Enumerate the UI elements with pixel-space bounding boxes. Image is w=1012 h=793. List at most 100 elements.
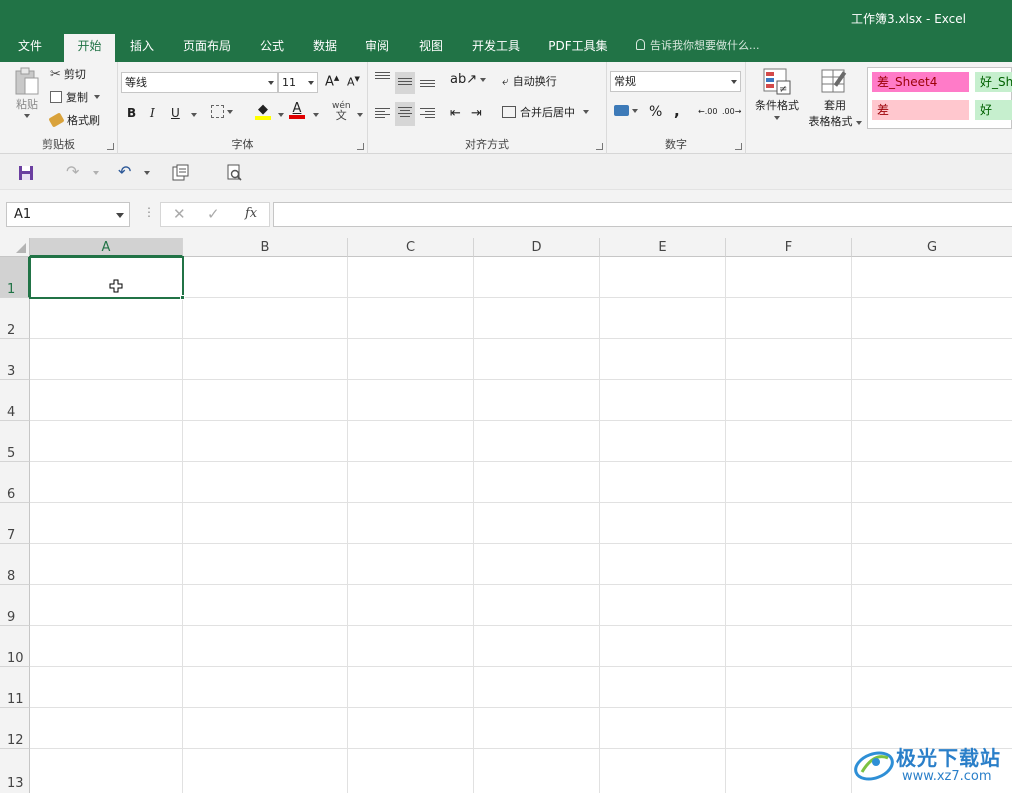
cell-style-bad-sheet4[interactable]: 差_Sheet4 [872,72,969,92]
tab-formulas[interactable]: 公式 [252,34,292,62]
align-left-icon[interactable] [375,106,390,120]
percent-button[interactable]: % [649,104,662,120]
number-format-select[interactable]: 常规 [610,71,741,92]
paste-button[interactable]: 粘贴 [10,66,44,118]
increase-indent-button[interactable]: ⇥ [471,106,482,121]
accounting-format-button[interactable] [614,105,638,116]
grow-font-button[interactable]: A▲ [325,74,339,89]
phonetic-button[interactable]: wén 文 [332,102,351,122]
more-options-icon[interactable]: ⋮ [143,205,155,219]
active-cell-a1[interactable] [29,256,184,299]
formula-buttons: ✕ ✓ fx [160,202,270,227]
print-preview-icon[interactable] [172,164,189,181]
cell-style-bad[interactable]: 差 [872,100,969,120]
font-name-select[interactable]: 等线 [121,72,278,93]
row-header-4[interactable]: 4 [0,380,30,421]
fill-color-button[interactable]: ◆ [255,103,271,120]
save-icon[interactable] [18,165,34,181]
tab-pdf-tools[interactable]: PDF工具集 [542,34,614,62]
column-header-g[interactable]: G [852,238,1012,257]
underline-button[interactable]: U [171,106,180,120]
tab-developer[interactable]: 开发工具 [464,34,528,62]
increase-decimal-button[interactable]: ← .00 [698,107,717,116]
cut-button[interactable]: ✂ 剪切 [50,66,86,82]
font-size-select[interactable]: 11 [278,72,318,93]
italic-button[interactable]: I [150,106,155,120]
wrap-text-button[interactable]: ⤶ 自动换行 [502,73,557,89]
decrease-indent-button[interactable]: ⇤ [450,106,461,121]
row-header-13[interactable]: 13 [0,749,30,793]
cell-style-good-sheet[interactable]: 好_Sh [975,72,1012,92]
merge-center-button[interactable]: 合并后居中 [502,104,589,120]
format-painter-button[interactable]: 格式刷 [48,112,100,128]
dialog-launcher-icon[interactable] [596,143,603,150]
tell-me-search[interactable]: 告诉我你想要做什么... [636,34,760,58]
font-color-button[interactable]: A [289,102,305,119]
align-center-icon[interactable] [395,102,415,126]
row-header-5[interactable]: 5 [0,421,30,462]
column-header-b[interactable]: B [183,238,348,257]
row-header-7[interactable]: 7 [0,503,30,544]
align-right-icon[interactable] [420,106,435,120]
borders-button[interactable] [211,105,233,118]
tab-review[interactable]: 审阅 [357,34,397,62]
row-header-2[interactable]: 2 [0,298,30,339]
align-middle-icon[interactable] [395,72,415,94]
decrease-decimal-icon: → [734,107,742,116]
bold-button[interactable]: B [127,106,136,120]
orientation-button[interactable]: ab↗ [450,72,487,87]
format-as-table-label-2-text: 表格格式 [808,115,853,128]
tab-view[interactable]: 视图 [411,34,451,62]
chevron-down-icon [480,77,487,82]
align-top-icon[interactable] [375,70,390,81]
row-header-6[interactable]: 6 [0,462,30,503]
paint-bucket-icon: ◆ [258,102,268,117]
redo-icon[interactable]: ↷ [66,162,79,181]
tab-page-layout[interactable]: 页面布局 [176,34,238,62]
undo-icon[interactable]: ↶ [118,162,131,181]
row-number: 10 [7,651,24,666]
dialog-launcher-icon[interactable] [357,143,364,150]
insert-function-icon[interactable]: fx [245,206,257,221]
shrink-font-button[interactable]: A▼ [347,75,360,89]
row-header-10[interactable]: 10 [0,626,30,667]
zoom-preview-icon[interactable] [226,164,243,181]
conditional-formatting-button[interactable]: ≠ 条件格式 [751,67,803,120]
dialog-launcher-icon[interactable] [735,143,742,150]
formula-input[interactable] [273,202,1012,227]
copy-button[interactable]: 复制 [50,89,100,105]
comma-button[interactable]: , [674,102,680,120]
tab-file[interactable]: 文件 [8,34,52,62]
column-header-c[interactable]: C [348,238,474,257]
row-number: 8 [7,569,16,584]
row-header-12[interactable]: 12 [0,708,30,749]
chevron-down-icon[interactable] [144,171,150,175]
row-header-11[interactable]: 11 [0,667,30,708]
chevron-down-icon[interactable] [191,113,197,117]
cancel-icon[interactable]: ✕ [173,205,186,223]
tab-home[interactable]: 开始 [64,34,115,62]
chevron-down-icon[interactable] [278,113,284,117]
tab-data[interactable]: 数据 [305,34,345,62]
chevron-down-icon[interactable] [313,113,319,117]
chevron-down-icon[interactable] [357,113,363,117]
decrease-decimal-button[interactable]: .00 → [722,107,741,116]
row-header-1[interactable]: 1 [0,257,30,298]
column-header-d[interactable]: D [474,238,600,257]
align-bottom-icon[interactable] [420,78,435,89]
row-header-3[interactable]: 3 [0,339,30,380]
column-header-a[interactable]: A [30,238,183,257]
name-box[interactable]: A1 [6,202,130,227]
column-header-f[interactable]: F [726,238,852,257]
dialog-launcher-icon[interactable] [107,143,114,150]
row-header-9[interactable]: 9 [0,585,30,626]
column-header-e[interactable]: E [600,238,726,257]
format-as-table-button[interactable]: 套用 表格格式 [804,67,866,129]
fill-handle[interactable] [180,295,185,300]
tab-insert[interactable]: 插入 [122,34,162,62]
enter-icon[interactable]: ✓ [207,205,220,223]
select-all-corner[interactable] [0,238,30,257]
row-header-8[interactable]: 8 [0,544,30,585]
cell-style-good[interactable]: 好 [975,100,1012,120]
chevron-down-icon[interactable] [93,171,99,175]
